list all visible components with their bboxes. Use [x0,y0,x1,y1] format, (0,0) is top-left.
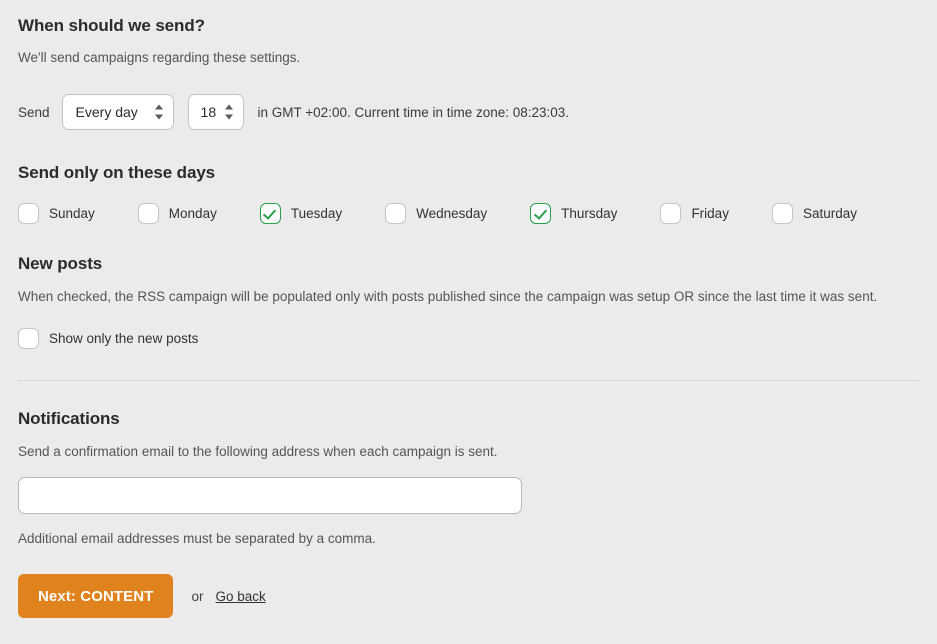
hour-select-value: 18 [200,104,217,120]
checkbox-icon[interactable] [18,328,39,349]
days-section: Send only on these days Sunday Monday Tu… [18,163,919,224]
checkbox-icon[interactable] [137,203,159,224]
new-posts-title: New posts [18,254,103,273]
day-checkbox-wednesday[interactable]: Wednesday [385,203,487,224]
day-label: Tuesday [290,206,343,221]
hour-select[interactable]: 18 [187,94,244,130]
schedule-section: When should we send? We'll send campaign… [18,0,919,131]
notification-email-hint: Additional email addresses must be separ… [18,531,376,546]
or-separator-text: or [191,588,204,604]
day-label: Saturday [802,206,857,221]
notifications-title: Notifications [18,409,120,428]
day-checkbox-saturday[interactable]: Saturday [771,203,857,224]
section-divider [18,380,919,381]
notifications-description: Send a confirmation email to the followi… [18,444,498,459]
day-label: Thursday [561,206,618,221]
updown-arrows-icon [225,104,234,120]
new-posts-checkbox-row: Show only the new posts [18,328,919,349]
checkbox-icon[interactable] [771,203,793,224]
frequency-select-value: Every day [75,104,138,120]
day-checkbox-sunday[interactable]: Sunday [18,203,95,224]
day-label: Wednesday [416,206,488,221]
day-checkbox-thursday[interactable]: Thursday [530,203,617,224]
day-label: Sunday [49,206,95,221]
show-only-new-posts-label: Show only the new posts [49,331,199,346]
days-checkbox-row: Sunday Monday Tuesday Wednesday Thursday… [18,203,919,224]
days-title: Send only on these days [18,163,216,182]
checkbox-icon[interactable] [385,203,407,224]
day-checkbox-monday[interactable]: Monday [137,203,217,224]
notification-email-input[interactable] [18,477,522,514]
checkbox-checked-icon[interactable] [530,203,552,224]
checkbox-icon[interactable] [18,203,39,224]
checkbox-checked-icon[interactable] [259,203,281,224]
day-label: Friday [691,206,729,221]
frequency-select[interactable]: Every day [61,94,174,130]
next-content-button[interactable]: Next: CONTENT [18,574,174,618]
rss-campaign-schedule-form: When should we send? We'll send campaign… [0,0,937,644]
day-label: Monday [168,206,217,221]
day-checkbox-tuesday[interactable]: Tuesday [259,203,343,224]
checkbox-icon[interactable] [660,203,682,224]
timezone-note: in GMT +02:00. Current time in time zone… [257,104,570,120]
new-posts-description: When checked, the RSS campaign will be p… [18,289,878,304]
new-posts-section: New posts When checked, the RSS campaign… [18,254,919,349]
go-back-link[interactable]: Go back [216,589,266,604]
notifications-section: Notifications Send a confirmation email … [18,409,919,548]
updown-arrows-icon [155,104,164,120]
form-actions: Next: CONTENT or Go back [18,574,919,618]
send-label: Send [18,104,50,120]
page-title: When should we send? [18,16,205,35]
show-only-new-posts-checkbox[interactable]: Show only the new posts [18,328,919,349]
send-schedule-row: Send Every day 18 in GMT +02:00. Current… [18,93,919,131]
schedule-subtitle: We'll send campaigns regarding these set… [18,50,301,65]
day-checkbox-friday[interactable]: Friday [660,203,729,224]
